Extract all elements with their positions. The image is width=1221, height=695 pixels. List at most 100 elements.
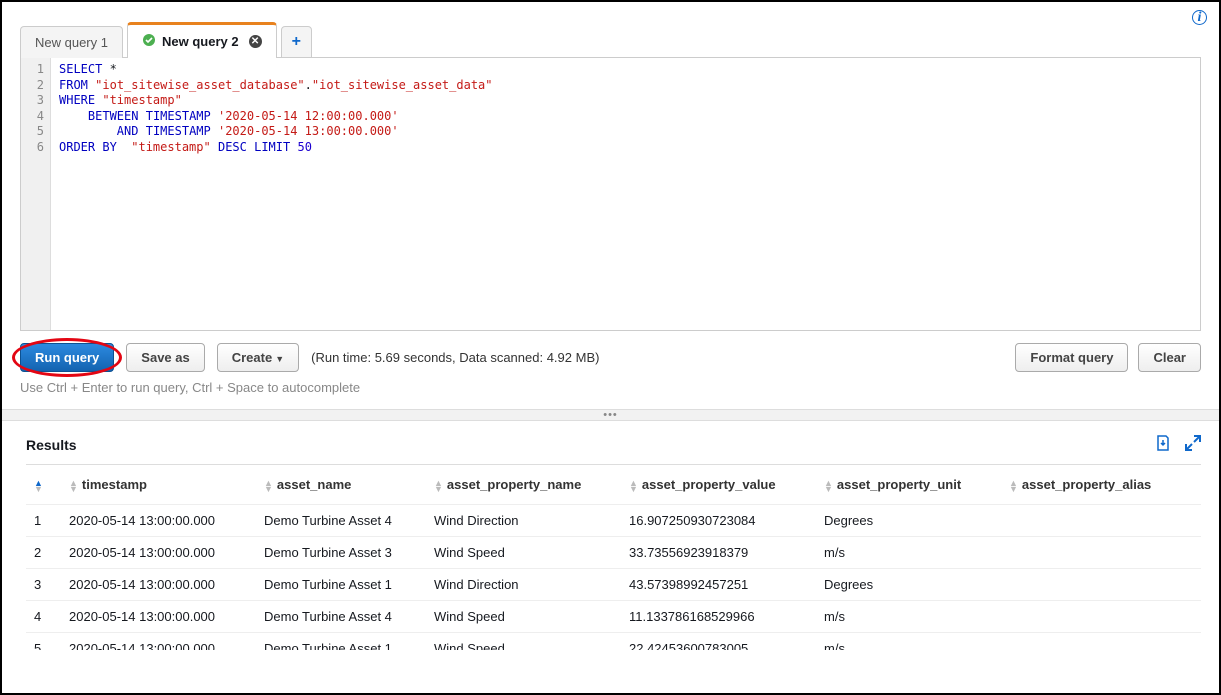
caret-down-icon: ▼ bbox=[275, 354, 284, 364]
cell-unit: Degrees bbox=[816, 569, 1001, 601]
cell-prop: Wind Speed bbox=[426, 601, 621, 633]
col-asset-name[interactable]: ▲▼asset_name bbox=[256, 465, 426, 505]
cell-name: Demo Turbine Asset 1 bbox=[256, 633, 426, 651]
col-index[interactable]: ▲▼ bbox=[26, 465, 61, 505]
col-prop-alias[interactable]: ▲▼asset_property_alias bbox=[1001, 465, 1201, 505]
cell-unit: m/s bbox=[816, 601, 1001, 633]
table-row[interactable]: 42020-05-14 13:00:00.000Demo Turbine Ass… bbox=[26, 601, 1201, 633]
sort-icon: ▲▼ bbox=[1009, 480, 1018, 492]
sort-icon: ▲▼ bbox=[34, 480, 43, 492]
create-button[interactable]: Create▼ bbox=[217, 343, 299, 372]
cell-idx: 1 bbox=[26, 505, 61, 537]
check-icon bbox=[142, 33, 156, 50]
toolbar: Run query Save as Create▼ (Run time: 5.6… bbox=[20, 331, 1201, 376]
cell-unit: Degrees bbox=[816, 505, 1001, 537]
editor-code[interactable]: SELECT *FROM "iot_sitewise_asset_databas… bbox=[51, 58, 1200, 330]
cell-ts: 2020-05-14 13:00:00.000 bbox=[61, 569, 256, 601]
table-header-row: ▲▼ ▲▼timestamp ▲▼asset_name ▲▼asset_prop… bbox=[26, 465, 1201, 505]
cell-name: Demo Turbine Asset 4 bbox=[256, 601, 426, 633]
sort-icon: ▲▼ bbox=[264, 480, 273, 492]
tabs-row: New query 1 New query 2 ✕ + bbox=[20, 22, 1201, 58]
col-prop-unit[interactable]: ▲▼asset_property_unit bbox=[816, 465, 1001, 505]
code-line: WHERE "timestamp" bbox=[59, 93, 1192, 109]
info-icon[interactable]: i bbox=[1192, 10, 1207, 25]
cell-idx: 4 bbox=[26, 601, 61, 633]
results-section: Results ▲▼ ▲▼timestamp ▲▼asset_name ▲▼as… bbox=[2, 421, 1219, 650]
cell-ts: 2020-05-14 13:00:00.000 bbox=[61, 505, 256, 537]
cell-prop: Wind Speed bbox=[426, 633, 621, 651]
run-highlight: Run query bbox=[20, 343, 114, 372]
tab-label: New query 2 bbox=[162, 34, 239, 49]
cell-prop: Wind Direction bbox=[426, 505, 621, 537]
line-number: 6 bbox=[21, 140, 44, 156]
cell-ts: 2020-05-14 13:00:00.000 bbox=[61, 633, 256, 651]
code-line: ORDER BY "timestamp" DESC LIMIT 50 bbox=[59, 140, 1192, 156]
cell-val: 43.57398992457251 bbox=[621, 569, 816, 601]
code-line: BETWEEN TIMESTAMP '2020-05-14 12:00:00.0… bbox=[59, 109, 1192, 125]
cell-name: Demo Turbine Asset 4 bbox=[256, 505, 426, 537]
cell-val: 11.133786168529966 bbox=[621, 601, 816, 633]
cell-unit: m/s bbox=[816, 633, 1001, 651]
query-stats: (Run time: 5.69 seconds, Data scanned: 4… bbox=[311, 350, 599, 365]
cell-prop: Wind Speed bbox=[426, 537, 621, 569]
cell-ts: 2020-05-14 13:00:00.000 bbox=[61, 601, 256, 633]
add-tab-button[interactable]: + bbox=[281, 26, 312, 58]
tab-label: New query 1 bbox=[35, 35, 108, 50]
line-number: 2 bbox=[21, 78, 44, 94]
cell-alias bbox=[1001, 537, 1201, 569]
table-row[interactable]: 32020-05-14 13:00:00.000Demo Turbine Ass… bbox=[26, 569, 1201, 601]
save-as-button[interactable]: Save as bbox=[126, 343, 204, 372]
cell-prop: Wind Direction bbox=[426, 569, 621, 601]
tab-query-1[interactable]: New query 1 bbox=[20, 26, 123, 58]
cell-idx: 2 bbox=[26, 537, 61, 569]
format-query-button[interactable]: Format query bbox=[1015, 343, 1128, 372]
cell-name: Demo Turbine Asset 1 bbox=[256, 569, 426, 601]
sort-icon: ▲▼ bbox=[69, 480, 78, 492]
sort-icon: ▲▼ bbox=[824, 480, 833, 492]
col-prop-name[interactable]: ▲▼asset_property_name bbox=[426, 465, 621, 505]
line-number: 4 bbox=[21, 109, 44, 125]
close-icon[interactable]: ✕ bbox=[249, 35, 262, 48]
line-number: 5 bbox=[21, 124, 44, 140]
tab-query-2[interactable]: New query 2 ✕ bbox=[127, 22, 277, 58]
cell-alias bbox=[1001, 601, 1201, 633]
code-line: AND TIMESTAMP '2020-05-14 13:00:00.000' bbox=[59, 124, 1192, 140]
sql-editor[interactable]: 123456 SELECT *FROM "iot_sitewise_asset_… bbox=[20, 57, 1201, 331]
keyboard-hint: Use Ctrl + Enter to run query, Ctrl + Sp… bbox=[20, 380, 1201, 395]
cell-val: 22.42453600783005 bbox=[621, 633, 816, 651]
results-header: Results bbox=[26, 435, 1201, 454]
editor-gutter: 123456 bbox=[21, 58, 51, 330]
create-label: Create bbox=[232, 350, 272, 365]
cell-val: 16.907250930723084 bbox=[621, 505, 816, 537]
table-row[interactable]: 22020-05-14 13:00:00.000Demo Turbine Ass… bbox=[26, 537, 1201, 569]
cell-name: Demo Turbine Asset 3 bbox=[256, 537, 426, 569]
results-table-wrap[interactable]: ▲▼ ▲▼timestamp ▲▼asset_name ▲▼asset_prop… bbox=[26, 464, 1201, 650]
results-title: Results bbox=[26, 437, 77, 453]
code-line: SELECT * bbox=[59, 62, 1192, 78]
cell-ts: 2020-05-14 13:00:00.000 bbox=[61, 537, 256, 569]
splitter-handle[interactable]: ••• bbox=[2, 409, 1219, 421]
cell-alias bbox=[1001, 505, 1201, 537]
cell-idx: 5 bbox=[26, 633, 61, 651]
code-line: FROM "iot_sitewise_asset_database"."iot_… bbox=[59, 78, 1192, 94]
table-row[interactable]: 52020-05-14 13:00:00.000Demo Turbine Ass… bbox=[26, 633, 1201, 651]
line-number: 1 bbox=[21, 62, 44, 78]
query-panel: New query 1 New query 2 ✕ + 123456 SELEC… bbox=[2, 2, 1219, 395]
cell-alias bbox=[1001, 633, 1201, 651]
clear-button[interactable]: Clear bbox=[1138, 343, 1201, 372]
sort-icon: ▲▼ bbox=[434, 480, 443, 492]
col-prop-value[interactable]: ▲▼asset_property_value bbox=[621, 465, 816, 505]
run-query-button[interactable]: Run query bbox=[20, 343, 114, 372]
results-actions bbox=[1155, 435, 1201, 454]
table-row[interactable]: 12020-05-14 13:00:00.000Demo Turbine Ass… bbox=[26, 505, 1201, 537]
cell-idx: 3 bbox=[26, 569, 61, 601]
line-number: 3 bbox=[21, 93, 44, 109]
cell-unit: m/s bbox=[816, 537, 1001, 569]
results-table: ▲▼ ▲▼timestamp ▲▼asset_name ▲▼asset_prop… bbox=[26, 465, 1201, 650]
download-icon[interactable] bbox=[1155, 435, 1171, 454]
col-timestamp[interactable]: ▲▼timestamp bbox=[61, 465, 256, 505]
cell-val: 33.73556923918379 bbox=[621, 537, 816, 569]
cell-alias bbox=[1001, 569, 1201, 601]
expand-icon[interactable] bbox=[1185, 435, 1201, 454]
right-toolbar: Format query Clear bbox=[1015, 343, 1201, 372]
